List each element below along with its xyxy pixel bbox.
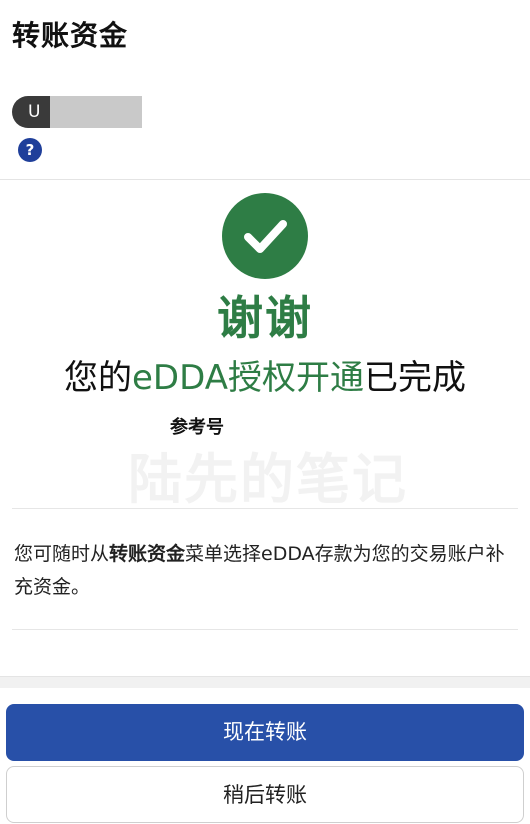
info-part1: 您可随时从 [14,543,110,565]
status-message: 您的eDDA授权开通已完成 [0,350,530,399]
transfer-now-button[interactable]: 现在转账 [6,704,524,761]
account-prefix: U [28,102,41,122]
status-suffix: 已完成 [363,358,466,398]
help-icon[interactable]: ? [18,138,42,162]
divider [12,629,518,630]
status-prefix: 您的 [64,358,133,398]
section-gap [0,676,530,688]
header: 转账资金 U ? [0,0,530,180]
page: 转账资金 U ? 谢谢 您的eDDA授权开通已完成 参考号 陆先的笔记 您可随时… [0,0,530,824]
account-selector[interactable]: U [12,96,134,128]
page-title: 转账资金 [12,19,129,52]
check-icon [222,193,308,279]
info-text: 您可随时从转账资金菜单选择eDDA存款为您的交易账户补充资金。 [14,538,518,604]
divider [12,508,518,509]
info-bold-menu: 转账资金 [109,543,186,565]
transfer-later-button[interactable]: 稍后转账 [6,766,524,823]
thanks-heading: 谢谢 [217,291,313,345]
watermark: 陆先的笔记 [128,448,408,511]
account-number-redacted-tail [118,96,142,128]
status-highlight: eDDA授权开通 [132,358,364,398]
